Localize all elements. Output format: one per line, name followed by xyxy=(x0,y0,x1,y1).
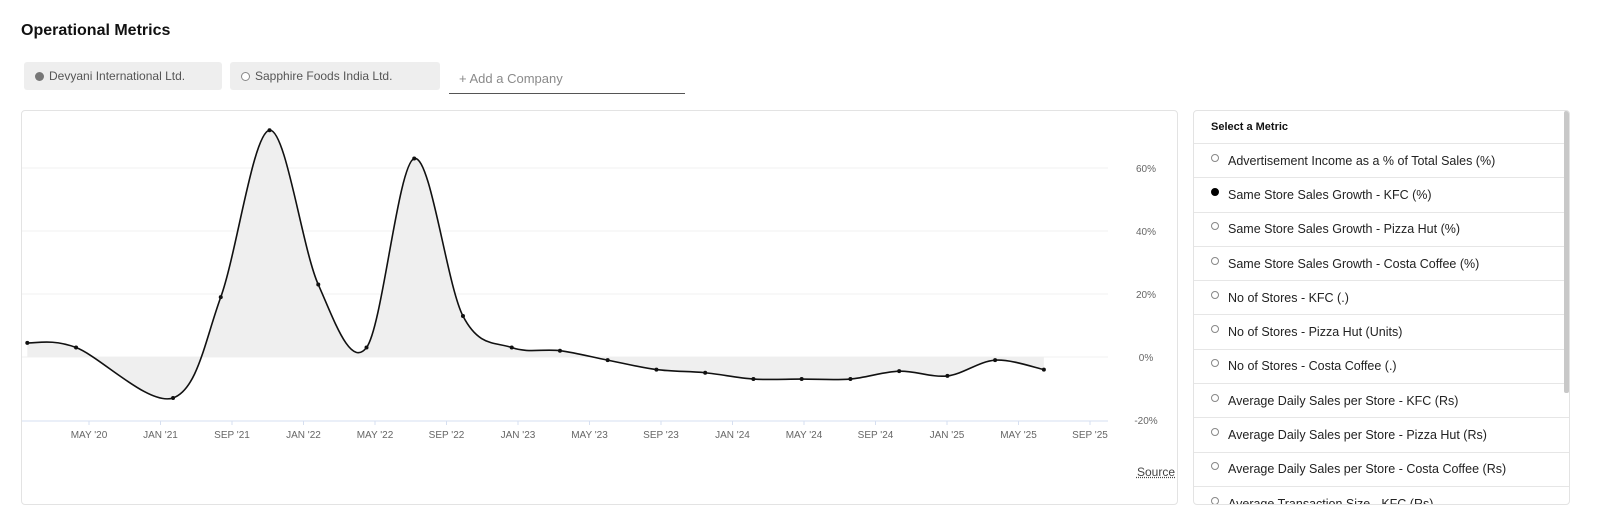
series-area xyxy=(27,130,1044,399)
data-point[interactable] xyxy=(74,345,79,350)
data-point[interactable] xyxy=(703,370,708,375)
radio-icon[interactable] xyxy=(1211,496,1219,504)
chart-card: 60% 40% 20% 0% -20% MAY '20 JAN '21 SEP '21 JAN … xyxy=(21,110,1178,505)
x-tick-label: SEP '21 xyxy=(214,430,250,441)
x-tick-label: JAN '22 xyxy=(286,430,321,441)
metric-option[interactable]: Average Daily Sales per Store - Costa Co… xyxy=(1194,453,1569,487)
x-tick-label: SEP '22 xyxy=(429,430,465,441)
y-tick-label: 40% xyxy=(1136,227,1156,238)
data-point[interactable] xyxy=(1041,367,1046,372)
data-point[interactable] xyxy=(799,377,804,382)
company-chip-sapphire[interactable]: Sapphire Foods India Ltd. xyxy=(230,62,440,90)
radio-icon[interactable] xyxy=(1211,222,1219,231)
company-chip-label: Sapphire Foods India Ltd. xyxy=(255,69,393,83)
data-point[interactable] xyxy=(605,358,610,363)
metric-option-label: Same Store Sales Growth - Pizza Hut (%) xyxy=(1228,222,1461,237)
x-tick-label: SEP '24 xyxy=(858,430,894,441)
data-point[interactable] xyxy=(316,282,321,287)
data-point[interactable] xyxy=(897,369,902,374)
metric-option-label: No of Stores - Pizza Hut (Units) xyxy=(1228,325,1403,340)
company-chip-label: Devyani International Ltd. xyxy=(49,69,186,83)
add-company-input[interactable] xyxy=(449,64,685,94)
data-point[interactable] xyxy=(654,367,659,372)
radio-icon[interactable] xyxy=(1211,462,1219,471)
metric-panel-header: Select a Metric xyxy=(1194,111,1569,144)
x-tick-label: JAN '21 xyxy=(143,430,178,441)
data-point[interactable] xyxy=(945,373,950,378)
metric-option-label: Same Store Sales Growth - KFC (%) xyxy=(1228,187,1432,202)
metric-option[interactable]: Advertisement Income as a % of Total Sal… xyxy=(1194,144,1569,179)
panel-scrollbar[interactable] xyxy=(1564,111,1569,393)
data-point[interactable] xyxy=(218,295,223,300)
data-point[interactable] xyxy=(364,345,369,350)
data-point[interactable] xyxy=(509,345,514,350)
x-tick-label: SEP '25 xyxy=(1072,430,1108,441)
y-tick-label: 0% xyxy=(1139,353,1154,364)
radio-icon[interactable] xyxy=(1211,325,1219,334)
radio-icon[interactable] xyxy=(1211,393,1219,402)
data-point[interactable] xyxy=(412,156,417,161)
y-tick-label: 60% xyxy=(1136,164,1156,175)
radio-icon[interactable] xyxy=(1211,359,1219,368)
x-tick-label: MAY '24 xyxy=(786,430,823,441)
radio-icon[interactable] xyxy=(1211,153,1219,162)
company-chip-devyani[interactable]: Devyani International Ltd. xyxy=(24,62,222,90)
metric-selector-panel: Select a Metric Advertisement Income as … xyxy=(1193,110,1570,505)
y-tick-label: 20% xyxy=(1136,290,1156,301)
metric-option-label: No of Stores - Costa Coffee (.) xyxy=(1228,359,1397,374)
page-title: Operational Metrics xyxy=(21,22,171,39)
source-link[interactable]: Source xyxy=(1137,465,1175,479)
metric-option[interactable]: No of Stores - Costa Coffee (.) xyxy=(1194,350,1569,385)
x-tick-label: MAY '22 xyxy=(357,430,394,441)
data-point[interactable] xyxy=(557,348,562,353)
x-tick-label: JAN '24 xyxy=(715,430,750,441)
data-point[interactable] xyxy=(751,377,756,382)
selected-dot-icon xyxy=(35,71,44,81)
metric-option-label: No of Stores - KFC (.) xyxy=(1228,290,1349,305)
data-point[interactable] xyxy=(993,358,998,363)
metric-option[interactable]: Average Daily Sales per Store - KFC (Rs) xyxy=(1194,384,1569,419)
unselected-dot-icon xyxy=(241,71,250,81)
x-tick-label: MAY '25 xyxy=(1000,430,1037,441)
metric-option[interactable]: No of Stores - Pizza Hut (Units) xyxy=(1194,315,1569,350)
radio-selected-icon[interactable] xyxy=(1211,187,1219,196)
metric-list: Advertisement Income as a % of Total Sal… xyxy=(1194,144,1569,505)
metric-option[interactable]: Same Store Sales Growth - Costa Coffee (… xyxy=(1194,247,1569,282)
metric-option[interactable]: Average Transaction Size - KFC (Rs) xyxy=(1194,487,1569,505)
metric-option-label: Same Store Sales Growth - Costa Coffee (… xyxy=(1228,256,1480,271)
x-tick-label: MAY '23 xyxy=(571,430,608,441)
x-tick-label: SEP '23 xyxy=(643,430,679,441)
x-tick-label: JAN '25 xyxy=(930,430,965,441)
x-tick-label: MAY '20 xyxy=(71,430,108,441)
metric-chart: 60% 40% 20% 0% -20% MAY '20 JAN '21 SEP '21 JAN … xyxy=(22,128,1158,441)
data-point[interactable] xyxy=(171,395,176,400)
data-point[interactable] xyxy=(267,128,272,133)
y-tick-label: -20% xyxy=(1134,416,1157,427)
metric-option[interactable]: Average Daily Sales per Store - Pizza Hu… xyxy=(1194,418,1569,453)
radio-icon[interactable] xyxy=(1211,290,1219,299)
data-point[interactable] xyxy=(848,377,853,382)
metric-option[interactable]: No of Stores - KFC (.) xyxy=(1194,281,1569,316)
metric-option[interactable]: Same Store Sales Growth - Pizza Hut (%) xyxy=(1194,213,1569,247)
data-point[interactable] xyxy=(460,314,465,319)
metric-option-label: Average Daily Sales per Store - Pizza Hu… xyxy=(1228,428,1487,443)
data-point[interactable] xyxy=(25,340,30,345)
metric-option-label: Average Transaction Size - KFC (Rs) xyxy=(1228,496,1434,505)
x-tick-label: JAN '23 xyxy=(501,430,536,441)
metric-option[interactable]: Same Store Sales Growth - KFC (%) xyxy=(1194,178,1569,213)
metric-option-label: Average Daily Sales per Store - KFC (Rs) xyxy=(1228,393,1459,408)
radio-icon[interactable] xyxy=(1211,428,1219,437)
metric-option-label: Average Daily Sales per Store - Costa Co… xyxy=(1228,462,1507,477)
metric-option-label: Advertisement Income as a % of Total Sal… xyxy=(1228,153,1496,168)
radio-icon[interactable] xyxy=(1211,256,1219,265)
